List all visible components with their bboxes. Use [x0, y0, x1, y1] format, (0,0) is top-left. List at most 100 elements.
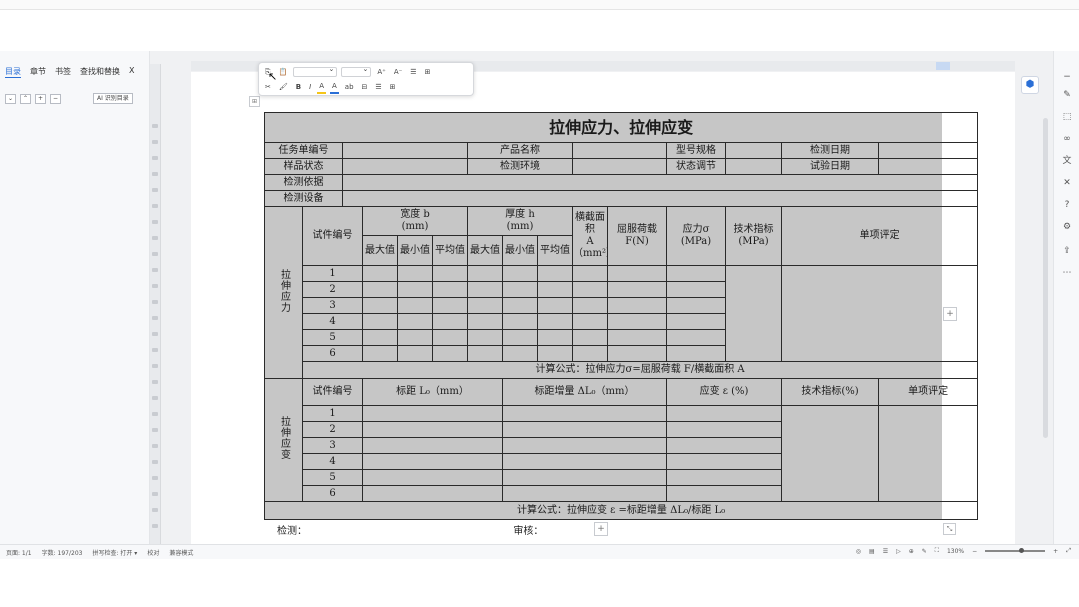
data-cell[interactable] — [607, 281, 667, 298]
data-cell[interactable] — [666, 297, 726, 314]
translate-icon[interactable]: 文 — [1061, 155, 1073, 167]
data-cell[interactable] — [666, 469, 782, 486]
data-cell[interactable] — [666, 453, 782, 470]
minimize-icon[interactable]: − — [1061, 71, 1073, 83]
data-cell[interactable] — [666, 313, 726, 330]
data-cell[interactable] — [537, 313, 573, 330]
table-move-handle[interactable]: ⊞ — [249, 96, 260, 107]
data-cell[interactable] — [666, 485, 782, 502]
italic-button[interactable]: I — [307, 81, 313, 93]
data-cell[interactable] — [502, 265, 538, 282]
data-cell[interactable] — [666, 329, 726, 346]
ai-toc-button[interactable]: AI 识别目录 — [93, 93, 133, 104]
help-icon[interactable]: ? — [1061, 199, 1073, 211]
header-value[interactable] — [725, 142, 782, 159]
data-cell[interactable] — [502, 469, 667, 486]
data-cell[interactable] — [362, 405, 503, 422]
tech-value-cell[interactable] — [781, 405, 879, 502]
word-count[interactable]: 字数: 197/203 — [42, 548, 83, 557]
add-column-button[interactable]: + — [943, 307, 957, 321]
data-cell[interactable] — [502, 313, 538, 330]
outline-view-icon[interactable]: ☰ — [883, 548, 888, 555]
equipment-value[interactable] — [341, 190, 979, 207]
data-cell[interactable] — [432, 281, 468, 298]
data-cell[interactable] — [362, 453, 503, 470]
data-cell[interactable] — [572, 297, 608, 314]
data-cell[interactable] — [537, 345, 573, 362]
share-icon[interactable]: ⇪ — [1061, 245, 1073, 257]
border-icon[interactable]: ⊟ — [360, 81, 370, 93]
add-icon[interactable]: + — [35, 93, 46, 104]
data-cell[interactable] — [362, 281, 398, 298]
data-cell[interactable] — [397, 345, 433, 362]
data-cell[interactable] — [607, 329, 667, 346]
data-cell[interactable] — [502, 437, 667, 454]
link-icon[interactable]: ∞ — [1061, 133, 1073, 145]
data-cell[interactable] — [537, 297, 573, 314]
data-cell[interactable] — [467, 265, 503, 282]
data-cell[interactable] — [397, 297, 433, 314]
tools-icon[interactable]: ✕ — [1061, 177, 1073, 189]
proofread-button[interactable]: 校对 — [147, 548, 159, 557]
data-cell[interactable] — [362, 485, 503, 502]
data-cell[interactable] — [397, 265, 433, 282]
data-cell[interactable] — [362, 313, 398, 330]
web-view-icon[interactable]: ⊕ — [909, 548, 914, 555]
data-cell[interactable] — [502, 329, 538, 346]
eye-icon[interactable]: ◎ — [856, 548, 861, 555]
data-cell[interactable] — [502, 453, 667, 470]
header-value[interactable] — [342, 142, 468, 159]
data-cell[interactable] — [467, 281, 503, 298]
paste-icon[interactable]: 📋 — [277, 66, 290, 78]
align-icon[interactable]: ☰ — [373, 81, 383, 93]
edit-view-icon[interactable]: ✎ — [922, 548, 927, 555]
tab-chapters[interactable]: 章节 — [30, 66, 46, 78]
remove-icon[interactable]: − — [50, 93, 61, 104]
line-spacing-icon[interactable]: ☰ — [408, 66, 418, 78]
data-cell[interactable] — [502, 281, 538, 298]
zoom-level[interactable]: 130% — [947, 548, 964, 555]
format-painter-icon[interactable]: 🖌 — [277, 81, 290, 93]
more-icon[interactable]: ⋯ — [1061, 267, 1073, 279]
data-cell[interactable] — [467, 329, 503, 346]
table-style-icon[interactable]: ⊞ — [423, 66, 433, 78]
data-cell[interactable] — [666, 345, 726, 362]
data-cell[interactable] — [572, 265, 608, 282]
header-value[interactable] — [877, 142, 979, 159]
data-cell[interactable] — [572, 281, 608, 298]
resize-table-handle[interactable]: ⤡ — [943, 523, 956, 535]
data-cell[interactable] — [666, 421, 782, 438]
data-cell[interactable] — [502, 485, 667, 502]
data-cell[interactable] — [362, 297, 398, 314]
zoom-out-icon[interactable]: − — [972, 548, 977, 555]
data-cell[interactable] — [432, 329, 468, 346]
close-panel-button[interactable]: X — [129, 66, 134, 78]
data-cell[interactable] — [572, 329, 608, 346]
font-size-select[interactable] — [341, 65, 372, 77]
data-cell[interactable] — [666, 405, 782, 422]
data-cell[interactable] — [467, 313, 503, 330]
data-cell[interactable] — [397, 281, 433, 298]
grow-font-icon[interactable]: A⁺ — [375, 66, 387, 78]
data-cell[interactable] — [537, 329, 573, 346]
basis-value[interactable] — [341, 174, 979, 191]
data-cell[interactable] — [362, 469, 503, 486]
header-value[interactable] — [342, 158, 468, 175]
data-cell[interactable] — [467, 345, 503, 362]
data-cell[interactable] — [467, 297, 503, 314]
select-icon[interactable]: ⬚ — [1061, 111, 1073, 123]
data-cell[interactable] — [607, 345, 667, 362]
highlight-button[interactable]: A — [317, 80, 326, 94]
zoom-in-icon[interactable]: + — [1053, 548, 1058, 555]
header-value[interactable] — [572, 142, 667, 159]
data-cell[interactable] — [502, 297, 538, 314]
vertical-scrollbar[interactable] — [1043, 118, 1048, 438]
data-cell[interactable] — [397, 313, 433, 330]
data-cell[interactable] — [432, 313, 468, 330]
data-cell[interactable] — [362, 265, 398, 282]
shading-button[interactable]: ab — [343, 81, 356, 93]
tab-bookmarks[interactable]: 书签 — [55, 66, 71, 78]
data-cell[interactable] — [397, 329, 433, 346]
zoom-slider[interactable] — [985, 548, 1046, 553]
data-cell[interactable] — [666, 437, 782, 454]
